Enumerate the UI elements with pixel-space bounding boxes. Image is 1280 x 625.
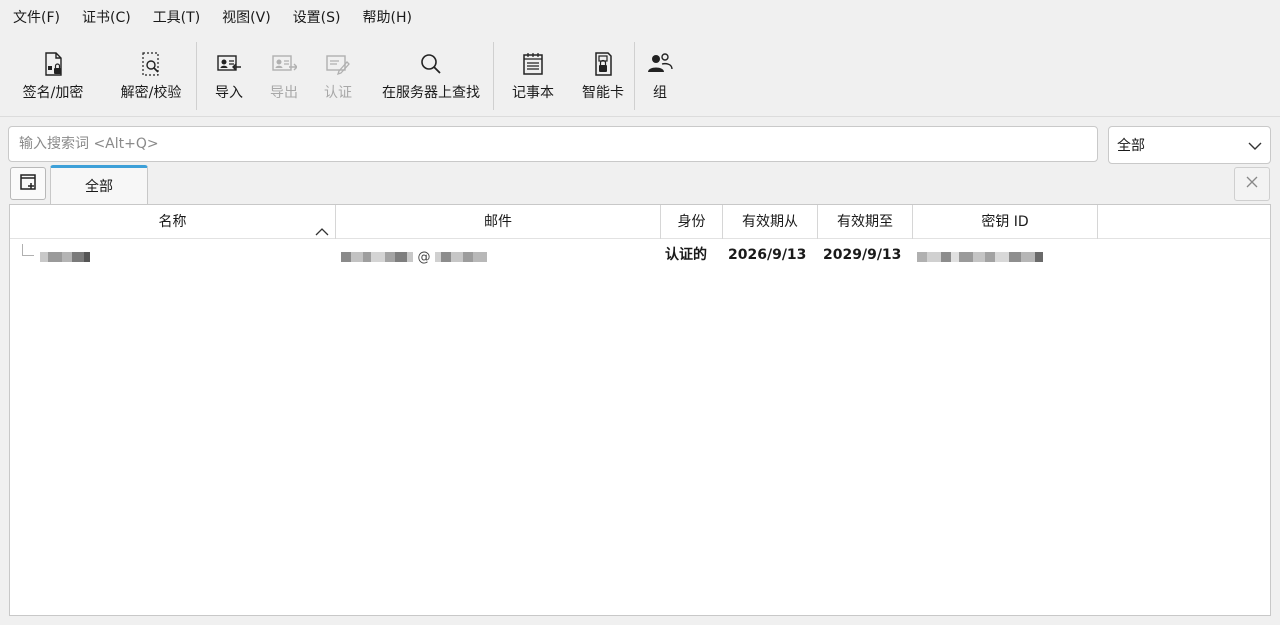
menu-bar: 文件(F) 证书(C) 工具(T) 视图(V) 设置(S) 帮助(H) <box>0 0 1280 36</box>
export-button[interactable]: 导出 <box>261 38 307 116</box>
column-header-label: 邮件 <box>484 214 512 230</box>
sign-encrypt-button[interactable]: 签名/加密 <box>0 38 106 116</box>
column-header-validity[interactable]: 身份 <box>661 205 723 239</box>
table-header: 名称 邮件 身份 有效期从 有效期至 密钥 ID <box>10 205 1270 239</box>
key-id-cell-redacted <box>917 249 1087 262</box>
sign-encrypt-label: 签名/加密 <box>22 85 84 101</box>
group-icon <box>646 50 674 78</box>
export-certificate-icon <box>270 50 298 78</box>
document-search-icon <box>137 50 165 78</box>
menu-tools[interactable]: 工具(T) <box>142 4 211 32</box>
tab-label: 全部 <box>85 179 113 195</box>
column-header-label: 有效期从 <box>742 214 798 230</box>
toolbar: 签名/加密 解密/校验 导入 导出 认证 在服务器上查找 记事本 智能卡 组 <box>0 38 1280 116</box>
menu-certificates[interactable]: 证书(C) <box>71 4 142 32</box>
notepad-label: 记事本 <box>512 85 554 101</box>
column-header-valid-until[interactable]: 有效期至 <box>818 205 913 239</box>
smartcard-label: 智能卡 <box>582 85 624 101</box>
import-label: 导入 <box>215 85 243 101</box>
notepad-button[interactable]: 记事本 <box>494 38 572 116</box>
column-header-key-id[interactable]: 密钥 ID <box>913 205 1098 239</box>
magnifier-icon <box>417 50 445 78</box>
menu-help[interactable]: 帮助(H) <box>352 4 423 32</box>
column-header-label: 有效期至 <box>837 214 893 230</box>
lookup-on-server-label: 在服务器上查找 <box>382 85 480 101</box>
menu-settings[interactable]: 设置(S) <box>282 4 352 32</box>
toolbar-divider <box>0 116 1280 117</box>
certify-icon <box>324 50 352 78</box>
table-row[interactable]: @ 认证的 2026/9/13 2029/9/13 <box>10 240 1270 270</box>
filter-selected-value: 全部 <box>1117 138 1145 154</box>
menu-view[interactable]: 视图(V) <box>211 4 282 32</box>
lookup-on-server-button[interactable]: 在服务器上查找 <box>369 38 493 116</box>
export-label: 导出 <box>270 85 298 101</box>
decrypt-verify-button[interactable]: 解密/校验 <box>106 38 196 116</box>
search-input[interactable] <box>8 126 1098 162</box>
column-header-email[interactable]: 邮件 <box>336 205 661 239</box>
name-cell-redacted <box>40 249 94 262</box>
import-certificate-icon <box>215 50 243 78</box>
document-lock-icon <box>39 50 67 78</box>
certify-label: 认证 <box>324 85 352 101</box>
group-button[interactable]: 组 <box>635 38 685 116</box>
decrypt-verify-label: 解密/校验 <box>120 85 182 101</box>
column-header-label: 密钥 ID <box>981 214 1029 230</box>
chevron-down-icon <box>1248 139 1262 155</box>
smartcard-button[interactable]: 智能卡 <box>572 38 634 116</box>
column-header-valid-from[interactable]: 有效期从 <box>723 205 818 239</box>
import-button[interactable]: 导入 <box>197 38 261 116</box>
new-tab-icon <box>19 173 37 195</box>
valid-until-cell: 2029/9/13 <box>823 247 902 263</box>
email-at-sign: @ <box>417 249 431 265</box>
email-cell-redacted: @ <box>341 249 511 265</box>
certificate-table: 名称 邮件 身份 有效期从 有效期至 密钥 ID @ 认证的 2026/9/13… <box>9 204 1271 616</box>
tab-all[interactable]: 全部 <box>50 165 148 204</box>
notepad-icon <box>519 50 547 78</box>
filter-dropdown[interactable]: 全部 <box>1108 126 1271 164</box>
smartcard-icon <box>589 50 617 78</box>
close-tab-button[interactable] <box>1234 167 1270 201</box>
column-header-label: 身份 <box>677 214 706 230</box>
tree-branch-line <box>22 244 34 256</box>
close-icon <box>1246 176 1258 192</box>
validity-cell: 认证的 <box>665 247 707 263</box>
column-header-label: 名称 <box>158 214 187 230</box>
valid-from-cell: 2026/9/13 <box>728 247 807 263</box>
group-label: 组 <box>653 85 667 101</box>
menu-file[interactable]: 文件(F) <box>2 4 71 32</box>
column-header-name[interactable]: 名称 <box>10 205 336 239</box>
certify-button[interactable]: 认证 <box>307 38 369 116</box>
new-tab-button[interactable] <box>10 167 46 200</box>
